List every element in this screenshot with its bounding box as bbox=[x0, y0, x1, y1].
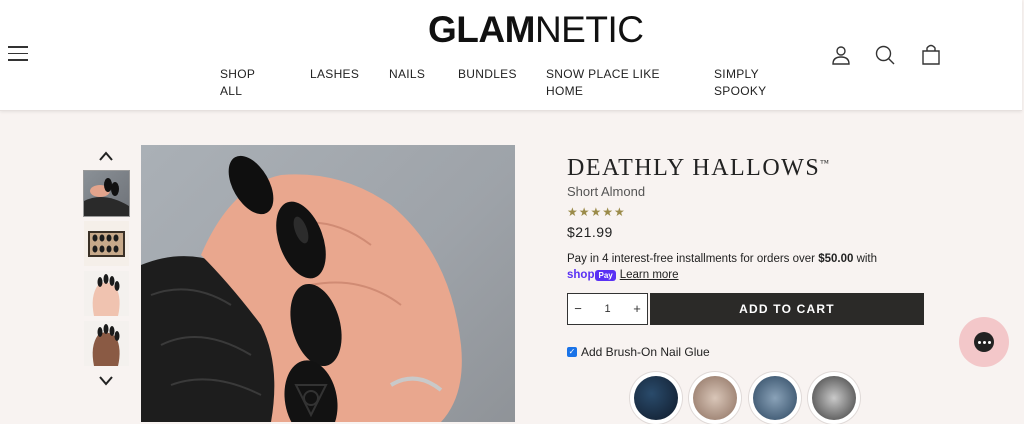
option-swatch bbox=[753, 376, 797, 420]
installments-text: Pay in 4 interest-free installments for … bbox=[567, 253, 819, 265]
shop-pay-pay: Pay bbox=[595, 270, 616, 281]
chat-dot bbox=[988, 341, 991, 344]
logo[interactable]: GLAMNETIC bbox=[428, 10, 644, 50]
nav-label: SHOP bbox=[220, 67, 256, 81]
nav-label: ALL bbox=[220, 84, 243, 98]
nav-label: SNOW PLACE LIKE bbox=[546, 67, 660, 81]
installments-info: Pay in 4 interest-free installments for … bbox=[567, 251, 907, 283]
title-text: DEATHLY HALLOWS bbox=[567, 155, 821, 181]
option-image-1[interactable] bbox=[630, 372, 682, 424]
add-nail-glue-option[interactable]: ✓ Add Brush-On Nail Glue bbox=[567, 345, 710, 359]
site-header: GLAMNETIC SHOP ALL LASHES NAILS BUNDLES … bbox=[0, 0, 1022, 111]
installments-amount: $50.00 bbox=[818, 253, 854, 265]
quantity-increase-button[interactable]: + bbox=[627, 294, 647, 324]
thumbnail-image bbox=[84, 178, 129, 216]
option-swatch bbox=[693, 376, 737, 420]
thumbnail-2[interactable] bbox=[84, 221, 129, 266]
quantity-decrease-button[interactable]: − bbox=[568, 294, 588, 324]
nav-label: BUNDLES bbox=[458, 67, 517, 81]
thumbnail-image bbox=[92, 324, 120, 366]
thumbnail-image bbox=[92, 274, 120, 316]
glue-label: Add Brush-On Nail Glue bbox=[581, 345, 710, 359]
option-swatch bbox=[812, 376, 856, 420]
nav-simply-spooky[interactable]: SIMPLY SPOOKY bbox=[714, 66, 766, 100]
account-icon[interactable] bbox=[830, 44, 852, 66]
quantity-input[interactable] bbox=[588, 294, 627, 324]
trademark-symbol: ™ bbox=[820, 158, 831, 168]
product-price: $21.99 bbox=[567, 224, 613, 240]
menu-icon[interactable] bbox=[8, 46, 28, 62]
nav-label: SPOOKY bbox=[714, 84, 767, 98]
shop-pay-shop: shop bbox=[567, 269, 595, 281]
nav-lashes[interactable]: LASHES bbox=[310, 66, 359, 83]
search-icon[interactable] bbox=[874, 44, 896, 66]
product-photo bbox=[141, 155, 462, 422]
option-swatch bbox=[634, 376, 678, 420]
option-image-4[interactable] bbox=[808, 372, 860, 424]
quantity-stepper: − + bbox=[567, 293, 648, 325]
rating-stars[interactable]: ★★★★★ bbox=[567, 205, 626, 219]
chat-widget-button[interactable] bbox=[959, 317, 1009, 367]
chat-dot bbox=[978, 341, 981, 344]
thumbnail-3[interactable] bbox=[84, 271, 129, 316]
add-to-cart-button[interactable]: ADD TO CART bbox=[650, 293, 924, 325]
product-variant: Short Almond bbox=[567, 184, 646, 199]
nav-label: SIMPLY bbox=[714, 67, 759, 81]
installments-suffix: with bbox=[853, 253, 878, 265]
nav-label: NAILS bbox=[389, 67, 426, 81]
nav-shop-all[interactable]: SHOP ALL bbox=[220, 66, 255, 100]
chevron-down-icon[interactable] bbox=[98, 375, 114, 387]
shop-pay-logo: shop Pay bbox=[567, 267, 616, 283]
thumbnail-4[interactable] bbox=[84, 321, 129, 366]
chevron-up-icon[interactable] bbox=[98, 150, 114, 162]
product-title: DEATHLY HALLOWS™ bbox=[567, 155, 831, 182]
nav-snow-place-like-home[interactable]: SNOW PLACE LIKE HOME bbox=[546, 66, 660, 100]
nav-label: HOME bbox=[546, 84, 584, 98]
option-image-2[interactable] bbox=[689, 372, 741, 424]
cart-icon[interactable] bbox=[920, 43, 942, 65]
glue-checkbox[interactable]: ✓ bbox=[567, 347, 577, 357]
chat-dot bbox=[983, 341, 986, 344]
option-image-3[interactable] bbox=[749, 372, 801, 424]
main-product-image[interactable] bbox=[141, 145, 515, 422]
nav-nails[interactable]: NAILS bbox=[389, 66, 425, 83]
thumbnail-1[interactable] bbox=[83, 170, 130, 217]
nav-bundles[interactable]: BUNDLES bbox=[458, 66, 517, 83]
learn-more-link[interactable]: Learn more bbox=[620, 269, 679, 281]
nav-label: LASHES bbox=[310, 67, 360, 81]
thumbnail-image bbox=[88, 231, 125, 257]
